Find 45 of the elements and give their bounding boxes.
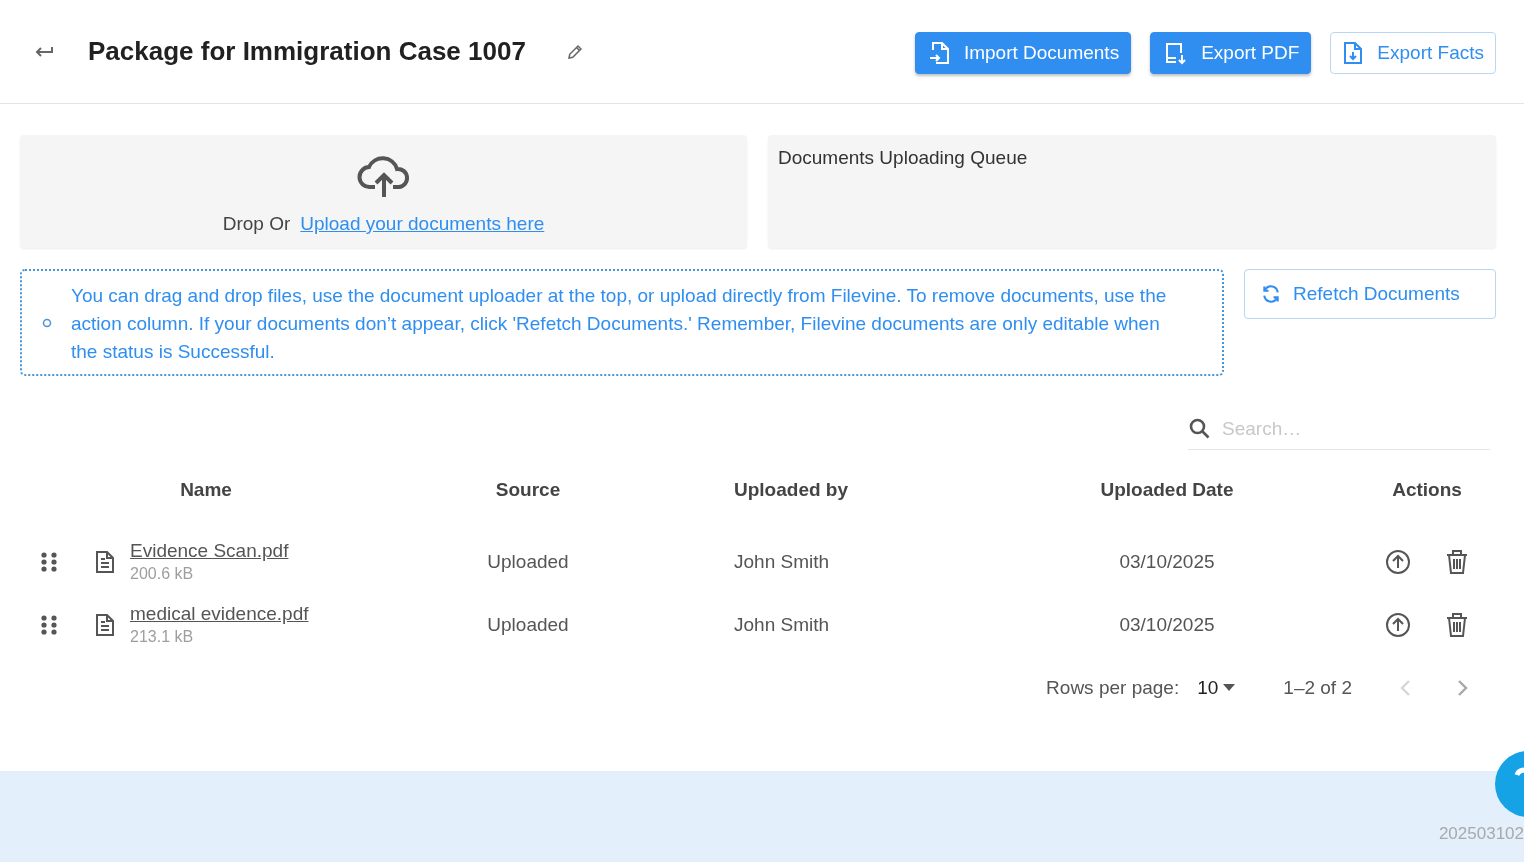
version-label: 202503102 <box>1438 824 1524 844</box>
file-name-link[interactable]: medical evidence.pdf <box>130 603 430 625</box>
cloud-upload-icon <box>356 153 411 199</box>
uploader-cell: John Smith <box>734 550 830 572</box>
pencil-icon[interactable] <box>565 42 584 61</box>
source-cell: Uploaded <box>487 550 569 572</box>
source-cell: Uploaded <box>487 613 569 635</box>
caret-icon <box>1223 684 1236 692</box>
page-title: Package for Immigration Case 1007 <box>88 36 526 67</box>
toolbar-button[interactable]: Export Facts <box>1330 31 1496 74</box>
notice-text: You can drag and drop files, use the document uploader at the top, or upload directly from Filevine. To remove documents, use the action column. If your documents don’t appear, click 'Refetch Documents.' Remember, Filevine documents are only editable when the status is Successful. <box>71 285 1167 362</box>
refresh-icon <box>1261 284 1281 304</box>
drop-zone[interactable]: Drop Or Upload your documents here <box>20 135 747 248</box>
page-range: 1–2 of 2 <box>1283 677 1352 699</box>
document-icon <box>94 549 116 574</box>
refetch-button[interactable]: Refetch Documents <box>1244 269 1496 319</box>
info-dot-icon <box>42 318 52 328</box>
column-header: Source <box>495 479 561 500</box>
toolbar-button[interactable]: Export PDF <box>1150 31 1312 74</box>
date-cell: 03/10/2025 <box>1119 550 1215 572</box>
date-cell: 03/10/2025 <box>1119 613 1215 635</box>
column-header: Uploaded Date <box>1100 479 1234 500</box>
tray-download-icon <box>1163 40 1188 65</box>
file-name-link[interactable]: Evidence Scan.pdf <box>130 540 430 562</box>
queue-title: Documents Uploading Queue <box>778 147 1028 168</box>
upload-link[interactable]: Upload your documents here <box>300 213 545 235</box>
drag-handle-icon[interactable] <box>38 550 60 573</box>
column-header: Name <box>180 479 232 500</box>
rows-per-page-label: Rows per page: <box>1046 677 1180 699</box>
document-arrow-icon <box>927 40 950 65</box>
rows-per-page-select[interactable]: 10 <box>1197 677 1236 699</box>
search-icon <box>1188 416 1212 441</box>
column-header: Uploaded by <box>734 479 848 500</box>
help-bubble-icon[interactable] <box>1495 751 1524 817</box>
document-download-icon <box>1343 40 1364 65</box>
document-icon <box>94 612 116 637</box>
column-header: Actions <box>1392 479 1462 500</box>
drop-prompt: Drop Or <box>222 213 291 235</box>
toolbar-button[interactable]: Import Documents <box>914 31 1132 74</box>
uploader-cell: John Smith <box>734 613 830 635</box>
upload-circle-icon[interactable] <box>1384 548 1411 575</box>
drag-handle-icon[interactable] <box>38 613 60 636</box>
file-size: 200.6 kB <box>130 565 195 583</box>
file-size: 213.1 kB <box>130 628 195 646</box>
upload-circle-icon[interactable] <box>1384 611 1411 638</box>
